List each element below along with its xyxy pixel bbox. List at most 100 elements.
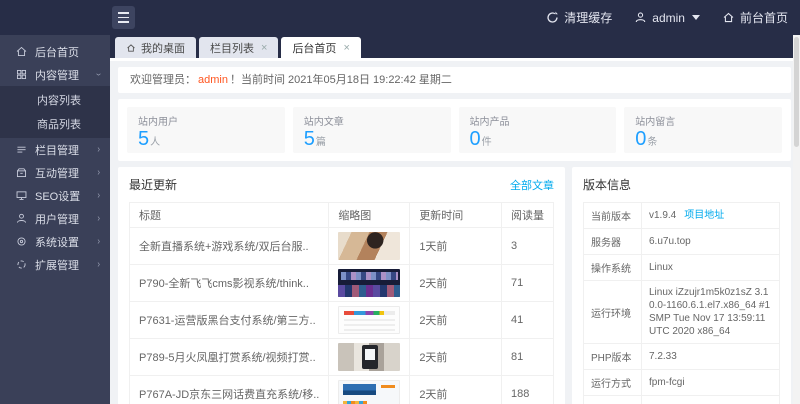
version-label: 服务器 [584,229,642,255]
tab-my-desktop[interactable]: 我的桌面 [115,37,196,58]
sidebar-item-content-list[interactable]: 内容列表 [0,88,110,112]
version-row: 运行环境 Linux iZzujr1m5k0z1sZ 3.10.0-1160.6… [584,281,780,344]
admin-username: admin [652,11,685,25]
stat-card-articles: 站内文章 5篇 [293,107,451,153]
tab-backend-home[interactable]: 后台首页 × [281,37,360,58]
content: 欢迎管理员：admin！当前时间 2021年05月18日 19:22:42 星期… [110,61,800,404]
scrollbar-thumb[interactable] [794,37,799,147]
tab-label: 我的桌面 [141,40,185,56]
stat-card-products: 站内产品 0件 [459,107,617,153]
sidebar-item-system[interactable]: 系统设置 › [0,230,110,253]
version-value: 50M [642,396,780,404]
sidebar-item-dashboard[interactable]: 后台首页 [0,40,110,63]
chevron-down-icon: › [93,73,104,76]
welcome-username: admin [198,74,228,86]
stat-label: 站内产品 [470,113,606,128]
read-count: 41 [502,302,554,339]
version-info-title: 版本信息 [583,176,631,193]
sidebar-item-label: 用户管理 [35,211,79,227]
col-title: 标题 [130,203,329,228]
table-row[interactable]: P767A-JD京东三网话费直充系统/移.. 2天前 188 [130,376,554,404]
version-value: v1.9.4 [649,210,676,221]
close-icon[interactable]: × [343,42,349,54]
close-icon[interactable]: × [261,42,267,54]
sidebar-item-label: SEO设置 [35,188,80,204]
thumbnail-image [338,269,400,297]
sidebar-item-seo[interactable]: SEO设置 › [0,184,110,207]
stat-value: 0 [470,128,481,150]
chevron-right-icon: › [97,167,100,178]
read-count: 81 [502,339,554,376]
stat-value: 0 [635,128,646,150]
read-count: 3 [502,228,554,265]
hamburger-menu-button[interactable] [112,6,135,29]
sidebar-item-users[interactable]: 用户管理 › [0,207,110,230]
refresh-icon [546,11,559,24]
read-count: 188 [502,376,554,404]
article-title[interactable]: P767A-JD京东三网话费直充系统/移.. [130,376,329,404]
chevron-right-icon: › [97,213,100,224]
tab-bar: 我的桌面 栏目列表 × 后台首页 × [110,35,800,58]
welcome-time: ！当前时间 2021年05月18日 19:22:42 星期二 [230,74,452,86]
box-icon [15,166,28,179]
chevron-right-icon: › [97,259,100,270]
updated-time: 2天前 [410,376,502,404]
grid-icon [15,68,28,81]
sidebar-subitem-label: 内容列表 [37,92,81,108]
version-value: 6.u7u.top [642,229,780,255]
version-label: PHP版本 [584,344,642,370]
sidebar-item-interaction[interactable]: 互动管理 › [0,161,110,184]
sidebar-item-content[interactable]: 内容管理 › [0,63,110,86]
user-icon [15,212,28,225]
table-row[interactable]: P7631-运营版黑台支付系统/第三方.. 2天前 41 [130,302,554,339]
col-reads: 阅读量 [502,203,554,228]
project-url-link[interactable]: 项目地址 [684,210,724,221]
version-value: Linux iZzujr1m5k0z1sZ 3.10.0-1160.6.1.el… [642,281,780,344]
all-articles-link[interactable]: 全部文章 [510,177,554,193]
thumbnail-image [338,343,400,371]
front-home-link[interactable]: 前台首页 [722,9,788,26]
chevron-right-icon: › [97,190,100,201]
sidebar-item-columns[interactable]: 栏目管理 › [0,138,110,161]
stat-label: 站内文章 [304,113,440,128]
scrollbar[interactable] [793,35,800,404]
version-row: 操作系统 Linux [584,255,780,281]
sidebar-item-extensions[interactable]: 扩展管理 › [0,253,110,276]
col-updated: 更新时间 [410,203,502,228]
table-row[interactable]: P789-5月火凤凰打赏系统/视频打赏.. 2天前 81 [130,339,554,376]
article-title[interactable]: P789-5月火凤凰打赏系统/视频打赏.. [130,339,329,376]
article-title[interactable]: P7631-运营版黑台支付系统/第三方.. [130,302,329,339]
version-label: 运行方式 [584,370,642,396]
sidebar-item-label: 扩展管理 [35,257,79,273]
version-label: 运行环境 [584,281,642,344]
table-row[interactable]: 全新直播系统+游戏系统/双后台服.. 1天前 3 [130,228,554,265]
sidebar: 后台首页 内容管理 › 内容列表 商品列表 栏目管理 › 互动管理 › [0,35,110,404]
admin-user-menu[interactable]: admin [634,11,700,25]
stat-card-messages: 站内留言 0条 [624,107,782,153]
chevron-down-icon [692,15,700,20]
home-icon [15,45,28,58]
article-title[interactable]: P790-全新飞飞cms影视系统/think.. [130,265,329,302]
user-icon [634,11,647,24]
recent-updates-panel: 最近更新 全部文章 标题 缩略图 更新时间 阅读量 全新直播系统+游戏系统/双后… [118,167,565,404]
col-thumbnail: 缩略图 [329,203,410,228]
version-value: Linux [642,255,780,281]
version-label: 上传限制 [584,396,642,404]
version-row: 当前版本 v1.9.4项目地址 [584,203,780,229]
welcome-prefix: 欢迎管理员： [130,74,196,86]
stats-bar: 站内用户 5人 站内文章 5篇 站内产品 0件 站内留言 0条 [118,99,791,161]
home-icon [126,43,136,53]
topbar: 清理缓存 admin 前台首页 [0,0,800,35]
sidebar-item-product-list[interactable]: 商品列表 [0,112,110,136]
clear-cache-button[interactable]: 清理缓存 [546,9,612,26]
recent-updates-table: 标题 缩略图 更新时间 阅读量 全新直播系统+游戏系统/双后台服.. 1天前 3 [129,202,554,404]
sidebar-item-label: 栏目管理 [35,142,79,158]
gear-icon [15,235,28,248]
article-title[interactable]: 全新直播系统+游戏系统/双后台服.. [130,228,329,265]
list-icon [15,143,28,156]
sidebar-item-label: 互动管理 [35,165,79,181]
stat-value: 5 [304,128,315,150]
table-row[interactable]: P790-全新飞飞cms影视系统/think.. 2天前 71 [130,265,554,302]
tab-column-list[interactable]: 栏目列表 × [199,37,278,58]
admin-dashboard: 清理缓存 admin 前台首页 后台首页 内容管理 [0,0,800,404]
